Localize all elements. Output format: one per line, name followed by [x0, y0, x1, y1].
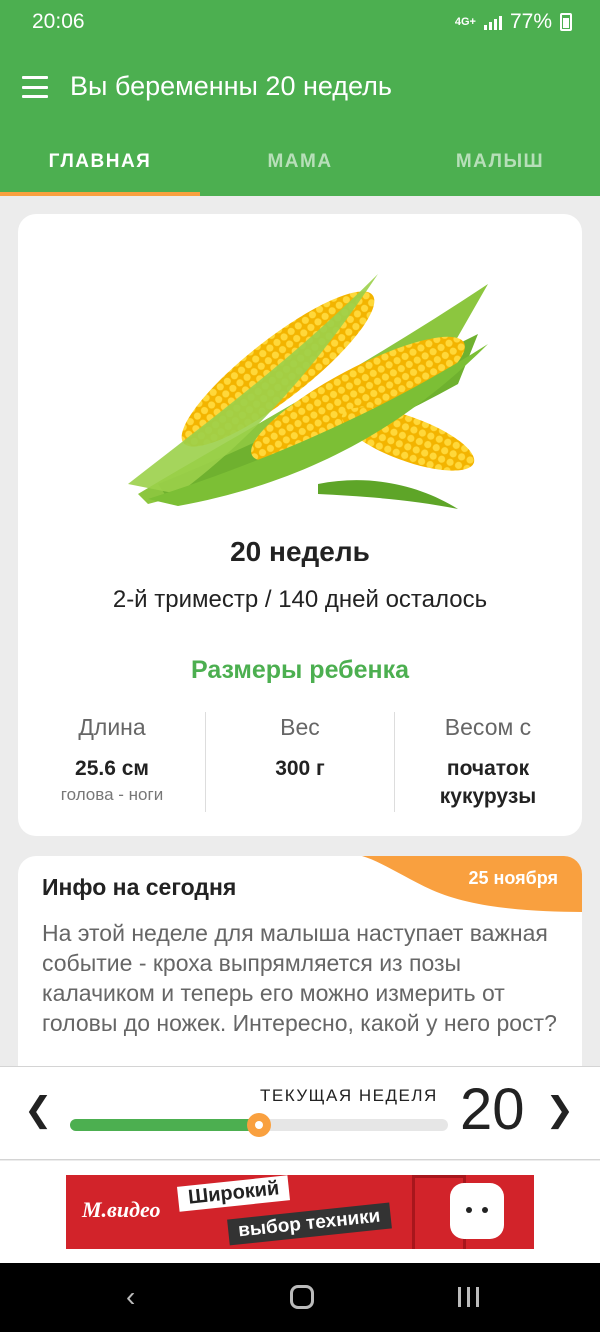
chevron-left-icon[interactable]: ❮ — [24, 1093, 53, 1127]
battery-level: 77% — [509, 10, 552, 33]
metric-hint: голова - ноги — [60, 785, 164, 804]
week-slider[interactable] — [70, 1113, 448, 1137]
metric-value: 300 г — [275, 757, 325, 780]
battery-icon — [560, 13, 572, 31]
current-week-number: 20 — [460, 1077, 525, 1142]
week-slider-fill — [70, 1119, 259, 1131]
baby-sizes-title: Размеры ребенка — [190, 656, 410, 684]
signal-icon — [483, 14, 502, 30]
date-badge: 25 ноября — [362, 856, 582, 912]
ad-line-2: выбор техники — [227, 1202, 392, 1246]
tab-mom[interactable]: МАМА — [200, 134, 400, 196]
metric-weight: Вес 300 г — [206, 714, 394, 783]
metric-label: Весом с — [444, 714, 532, 740]
week-navigator: ❮ ТЕКУЩАЯ НЕДЕЛЯ 20 ❯ — [0, 1066, 600, 1160]
metric-length: Длина 25.6 см голова - ноги — [18, 714, 206, 805]
metric-label: Длина — [78, 714, 146, 740]
info-text: На этой неделе для малыша наступает важн… — [42, 920, 557, 1036]
app-bar: Вы беременны 20 недель — [0, 56, 600, 120]
ad-brand: М.видео — [82, 1197, 161, 1222]
system-nav-bar: ‹ — [0, 1263, 600, 1332]
app-title: Вы беременны 20 недель — [70, 71, 392, 101]
ad-area: М.видео Широкий выбор техники — [0, 1161, 600, 1263]
tab-main[interactable]: ГЛАВНАЯ — [0, 134, 200, 196]
metric-value: початок кукурузы — [439, 757, 537, 808]
ad-line-1: Широкий — [176, 1175, 291, 1212]
week-title: 20 недель — [230, 536, 370, 567]
week-subtitle: 2-й триместр / 140 дней осталось — [112, 586, 488, 613]
metric-size-comparison: Весом с початок кукурузы — [394, 714, 582, 811]
status-icons: 4G+ 77% — [455, 10, 572, 34]
chevron-right-icon[interactable]: ❯ — [546, 1093, 575, 1127]
earbuds-case-icon — [450, 1183, 504, 1239]
status-time: 20:06 — [32, 10, 85, 33]
tab-baby[interactable]: МАЛЫШ — [400, 134, 600, 196]
menu-icon[interactable] — [22, 76, 48, 98]
corn-image — [128, 274, 488, 509]
home-icon[interactable] — [290, 1285, 314, 1309]
recent-apps-icon[interactable] — [458, 1287, 479, 1307]
info-date: 25 ноября — [468, 868, 558, 888]
app-header: 20:06 4G+ 77% Вы беременны 20 недель ГЛА… — [0, 0, 600, 196]
info-title: Инфо на сегодня — [42, 874, 237, 900]
week-card: 20 недель 2-й триместр / 140 дней остало… — [18, 214, 582, 836]
tab-indicator — [0, 192, 200, 196]
week-slider-thumb[interactable] — [247, 1113, 271, 1137]
network-icon: 4G+ — [454, 16, 476, 28]
metric-value: 25.6 см — [75, 757, 149, 780]
metric-label: Вес — [280, 714, 320, 740]
back-icon[interactable]: ‹ — [126, 1283, 135, 1311]
tab-bar: ГЛАВНАЯ МАМА МАЛЫШ — [0, 134, 600, 196]
status-bar: 20:06 4G+ 77% — [0, 0, 600, 44]
current-week-label: ТЕКУЩАЯ НЕДЕЛЯ — [260, 1086, 438, 1105]
ad-banner[interactable]: М.видео Широкий выбор техники — [66, 1175, 534, 1249]
